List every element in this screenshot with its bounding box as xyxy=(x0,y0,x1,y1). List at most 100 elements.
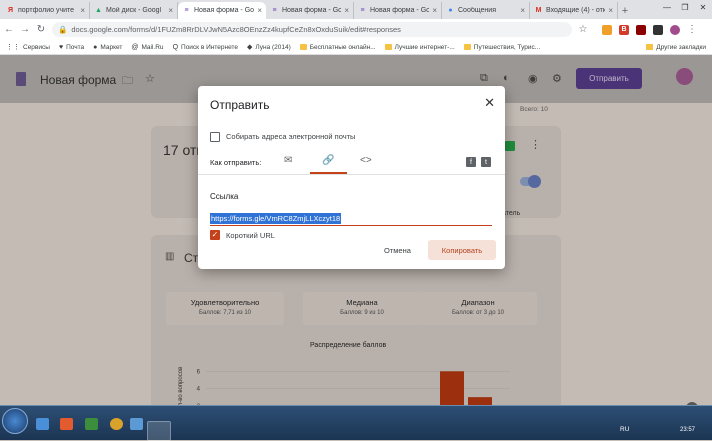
send-button[interactable]: Отправить xyxy=(576,68,642,89)
maximize-icon[interactable]: ❐ xyxy=(676,0,694,14)
tab-close-icon[interactable]: × xyxy=(608,6,613,15)
star-icon[interactable]: ☆ xyxy=(578,24,588,35)
yandex-icon: Я xyxy=(7,7,14,14)
link-url-field[interactable]: https://forms.gle/VmRC8ZmjLLXczyt18 xyxy=(210,212,492,226)
chrome-icon[interactable] xyxy=(110,418,123,430)
extensions-area: B ⋮ xyxy=(602,24,697,35)
tab-close-icon[interactable]: × xyxy=(257,6,262,15)
cancel-button[interactable]: Отмена xyxy=(384,246,411,255)
avatar[interactable] xyxy=(676,68,693,85)
send-via-label: Как отправить: xyxy=(210,158,262,167)
browser-tab[interactable]: ≡ Новая форма - Go × xyxy=(178,2,266,19)
reload-icon[interactable]: ↻ xyxy=(36,24,46,35)
profile-avatar-icon[interactable] xyxy=(670,24,680,35)
app-icon[interactable] xyxy=(85,418,98,430)
forward-icon[interactable]: → xyxy=(20,24,30,35)
link-section-label: Ссылка xyxy=(210,192,239,201)
bookmark-item[interactable]: ◆ Луна (2014) xyxy=(247,43,291,52)
close-icon[interactable]: ✕ xyxy=(484,95,495,111)
stat-value: Баллов: 9 из 10 xyxy=(340,310,384,316)
embed-code-icon[interactable]: <> xyxy=(360,155,372,166)
tab-title: Новая форма - Go xyxy=(282,7,342,14)
twitter-icon[interactable]: t xyxy=(481,157,491,167)
minimize-icon[interactable]: — xyxy=(658,0,676,14)
extension-icon[interactable] xyxy=(653,24,663,35)
collect-emails-checkbox[interactable] xyxy=(210,132,220,142)
more-vert-icon[interactable]: ⋮ xyxy=(530,138,541,151)
divider xyxy=(198,174,505,175)
tab-title: Входящие (4) - отк xyxy=(546,7,606,14)
star-icon[interactable]: ☆ xyxy=(145,72,155,85)
explorer-icon[interactable] xyxy=(36,418,49,430)
new-tab-button[interactable]: + xyxy=(618,2,632,19)
bookmark-item[interactable]: ● Маркет xyxy=(93,43,122,51)
stat-label: Удовлетворительно xyxy=(190,298,260,307)
address-input[interactable]: 🔒 docs.google.com/forms/d/1FUZm8RrDLVJwN… xyxy=(52,22,572,37)
address-text: docs.google.com/forms/d/1FUZm8RrDLVJwN5A… xyxy=(71,25,401,34)
stat-median: Медиана Баллов: 9 из 10 xyxy=(303,292,421,325)
folder-icon xyxy=(463,44,471,50)
close-window-icon[interactable]: ✕ xyxy=(694,0,712,14)
palette-icon[interactable]: ◐ xyxy=(503,72,510,84)
short-url-checkbox[interactable]: ✓ xyxy=(210,230,220,240)
browser-tab[interactable]: ≡ Новая форма - Go × xyxy=(354,2,442,19)
bookmark-item[interactable]: @ Mail.Ru xyxy=(131,43,163,51)
extension-icon[interactable] xyxy=(636,24,646,35)
start-button[interactable] xyxy=(2,408,28,434)
folder-icon[interactable]: 🗀 xyxy=(122,72,133,91)
bookmark-label: Почта xyxy=(66,43,85,51)
settings-gear-icon[interactable]: ⚙ xyxy=(552,72,562,85)
tab-close-icon[interactable]: × xyxy=(80,6,85,15)
form-title[interactable]: Новая форма xyxy=(40,73,116,87)
bookmark-other[interactable]: Другие закладки xyxy=(646,44,706,51)
bookmark-other-label: Другие закладки xyxy=(656,43,706,51)
bookmark-label: Mail.Ru xyxy=(141,43,164,51)
messages-icon: ● xyxy=(448,7,453,14)
facebook-icon[interactable]: f xyxy=(466,157,476,167)
collect-emails-label[interactable]: Собирать адреса электронной почты xyxy=(226,132,355,141)
tab-close-icon[interactable]: × xyxy=(168,6,173,15)
folder-icon xyxy=(646,44,654,50)
addon-puzzle-icon[interactable]: ⧉ xyxy=(480,72,488,85)
tab-title: Новая форма - Go xyxy=(194,7,255,14)
browser-tab[interactable]: M Входящие (4) - отк × xyxy=(530,2,618,19)
address-toolbar: ← → ↻ 🔒 docs.google.com/forms/d/1FUZm8Rr… xyxy=(0,19,712,40)
bookmark-item[interactable]: Бесплатные онлайн... xyxy=(299,43,376,51)
app-icon[interactable] xyxy=(130,418,143,430)
tab-close-icon[interactable]: × xyxy=(432,6,437,15)
extension-icon[interactable] xyxy=(602,24,612,35)
browser-tab[interactable]: Япортфолио учите × xyxy=(2,2,90,19)
sheets-icon[interactable] xyxy=(505,141,515,151)
tab-close-icon[interactable]: × xyxy=(520,6,525,15)
link-url-text[interactable]: https://forms.gle/VmRC8ZmjLLXczyt18 xyxy=(210,213,342,224)
short-url-label[interactable]: Короткий URL xyxy=(226,231,275,240)
link-send-icon[interactable]: 🔗 xyxy=(322,155,334,166)
bookmark-item[interactable]: ♥ Почта xyxy=(59,43,84,51)
browser-tab[interactable]: ▲ Мой диск - Googl × xyxy=(90,2,178,19)
bookmark-item[interactable]: Лучшие интернет-... xyxy=(384,43,455,51)
tab-close-icon[interactable]: × xyxy=(344,6,349,15)
browser-tab-strip: Япортфолио учите × ▲ Мой диск - Googl × ≡ Нова… xyxy=(0,0,712,19)
back-icon[interactable]: ← xyxy=(4,24,14,35)
email-send-icon[interactable]: ✉ xyxy=(284,155,292,166)
bookmark-item[interactable]: Q Поиск в Интернете xyxy=(173,43,238,51)
clock[interactable]: 23:57 xyxy=(680,427,695,433)
tab-title: Новая форма - Go xyxy=(370,7,430,14)
menu-dots-icon[interactable]: ⋮ xyxy=(687,24,697,35)
preview-eye-icon[interactable]: ◉ xyxy=(528,72,538,85)
browser-tab[interactable]: ● Сообщения × xyxy=(442,2,530,19)
bookmark-label: Маркет xyxy=(100,43,123,51)
accepting-responses-toggle[interactable] xyxy=(520,175,541,188)
copy-button[interactable]: Копировать xyxy=(428,240,496,260)
window-controls: — ❐ ✕ xyxy=(658,0,712,14)
bookmark-item[interactable]: Путешествия, Турис... xyxy=(463,43,540,51)
extension-b-icon[interactable]: B xyxy=(619,24,629,35)
browser-tab[interactable]: ≡ Новая форма - Go × xyxy=(266,2,354,19)
bookmark-item[interactable]: ⋮⋮ Сервисы xyxy=(6,43,50,52)
language-indicator[interactable]: RU xyxy=(620,426,629,433)
windows-taskbar: RU 23:57 xyxy=(0,405,712,441)
google-forms-icon: ≡ xyxy=(272,7,277,14)
dialog-title: Отправить xyxy=(210,98,270,112)
app-icon[interactable] xyxy=(60,418,73,430)
taskbar-active-window[interactable] xyxy=(147,421,171,441)
